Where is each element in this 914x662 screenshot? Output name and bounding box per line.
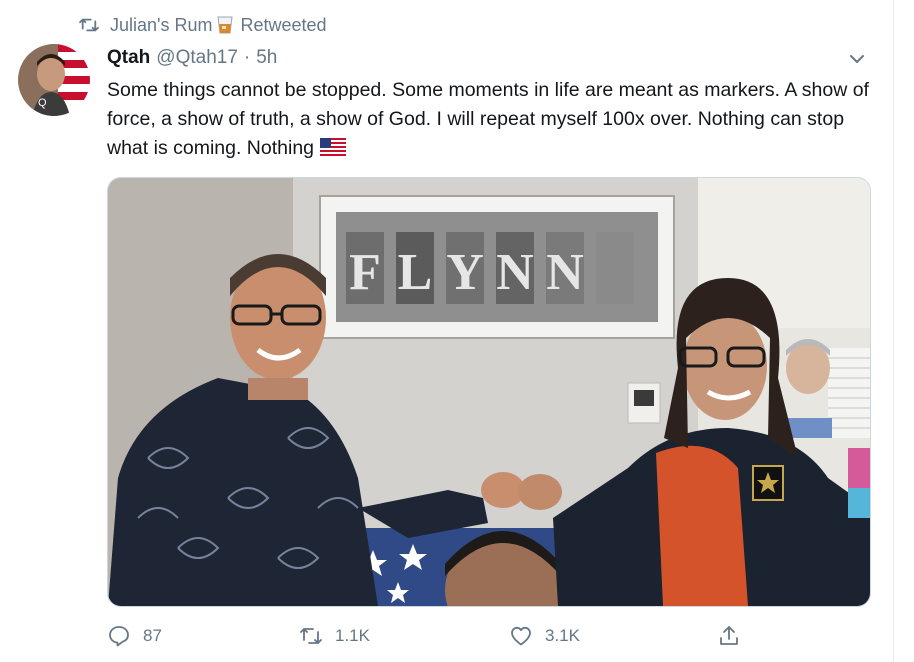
share-button[interactable] [717, 622, 753, 650]
like-button[interactable]: 3.1K [509, 622, 580, 650]
letter-frame: F L Y N N [319, 195, 675, 339]
reply-icon [109, 626, 129, 647]
frame-letter-5: N [546, 244, 584, 301]
retweeter-name[interactable]: Julian's Rum [110, 15, 212, 36]
retweet-icon [79, 18, 99, 32]
retweet-count: 1.1K [335, 626, 370, 645]
retweet-action-icon [300, 628, 322, 644]
tweet-photo[interactable]: F L Y N N [107, 177, 871, 607]
like-count: 3.1K [545, 626, 580, 645]
author-handle[interactable]: @Qtah17 [156, 47, 238, 69]
tweet-body: Some things cannot be stopped. Some mome… [107, 79, 869, 159]
tweet-text: Some things cannot be stopped. Some mome… [107, 76, 877, 163]
separator-dot: · [243, 47, 251, 68]
retweet-button[interactable]: 1.1K [299, 622, 370, 650]
caret-down-icon[interactable] [846, 48, 868, 70]
tweet-header: Qtah @Qtah17 · 5h [107, 44, 277, 72]
like-icon [511, 626, 531, 646]
retweet-status: Retweeted [240, 14, 327, 35]
reply-count: 87 [143, 626, 162, 645]
timeline-border [893, 0, 894, 662]
share-icon [720, 626, 738, 645]
author-name[interactable]: Qtah [107, 47, 150, 69]
frame-letter-3: Y [446, 244, 484, 301]
reply-button[interactable]: 87 [107, 622, 162, 650]
avatar[interactable]: Q [18, 44, 90, 116]
us-flag-icon [320, 138, 347, 156]
tweet-time[interactable]: 5h [256, 47, 277, 69]
glass-emoji-icon [217, 16, 234, 34]
frame-letter-2: L [398, 244, 433, 301]
tweet-actions: 87 1.1K 3.1K [107, 622, 747, 650]
svg-text:Q: Q [38, 97, 47, 109]
frame-letter-1: F [349, 244, 381, 301]
frame-letter-4: N [496, 244, 534, 301]
photo-content: F L Y N N [108, 178, 870, 606]
retweet-context: Julian's Rum Retweeted [78, 13, 327, 37]
